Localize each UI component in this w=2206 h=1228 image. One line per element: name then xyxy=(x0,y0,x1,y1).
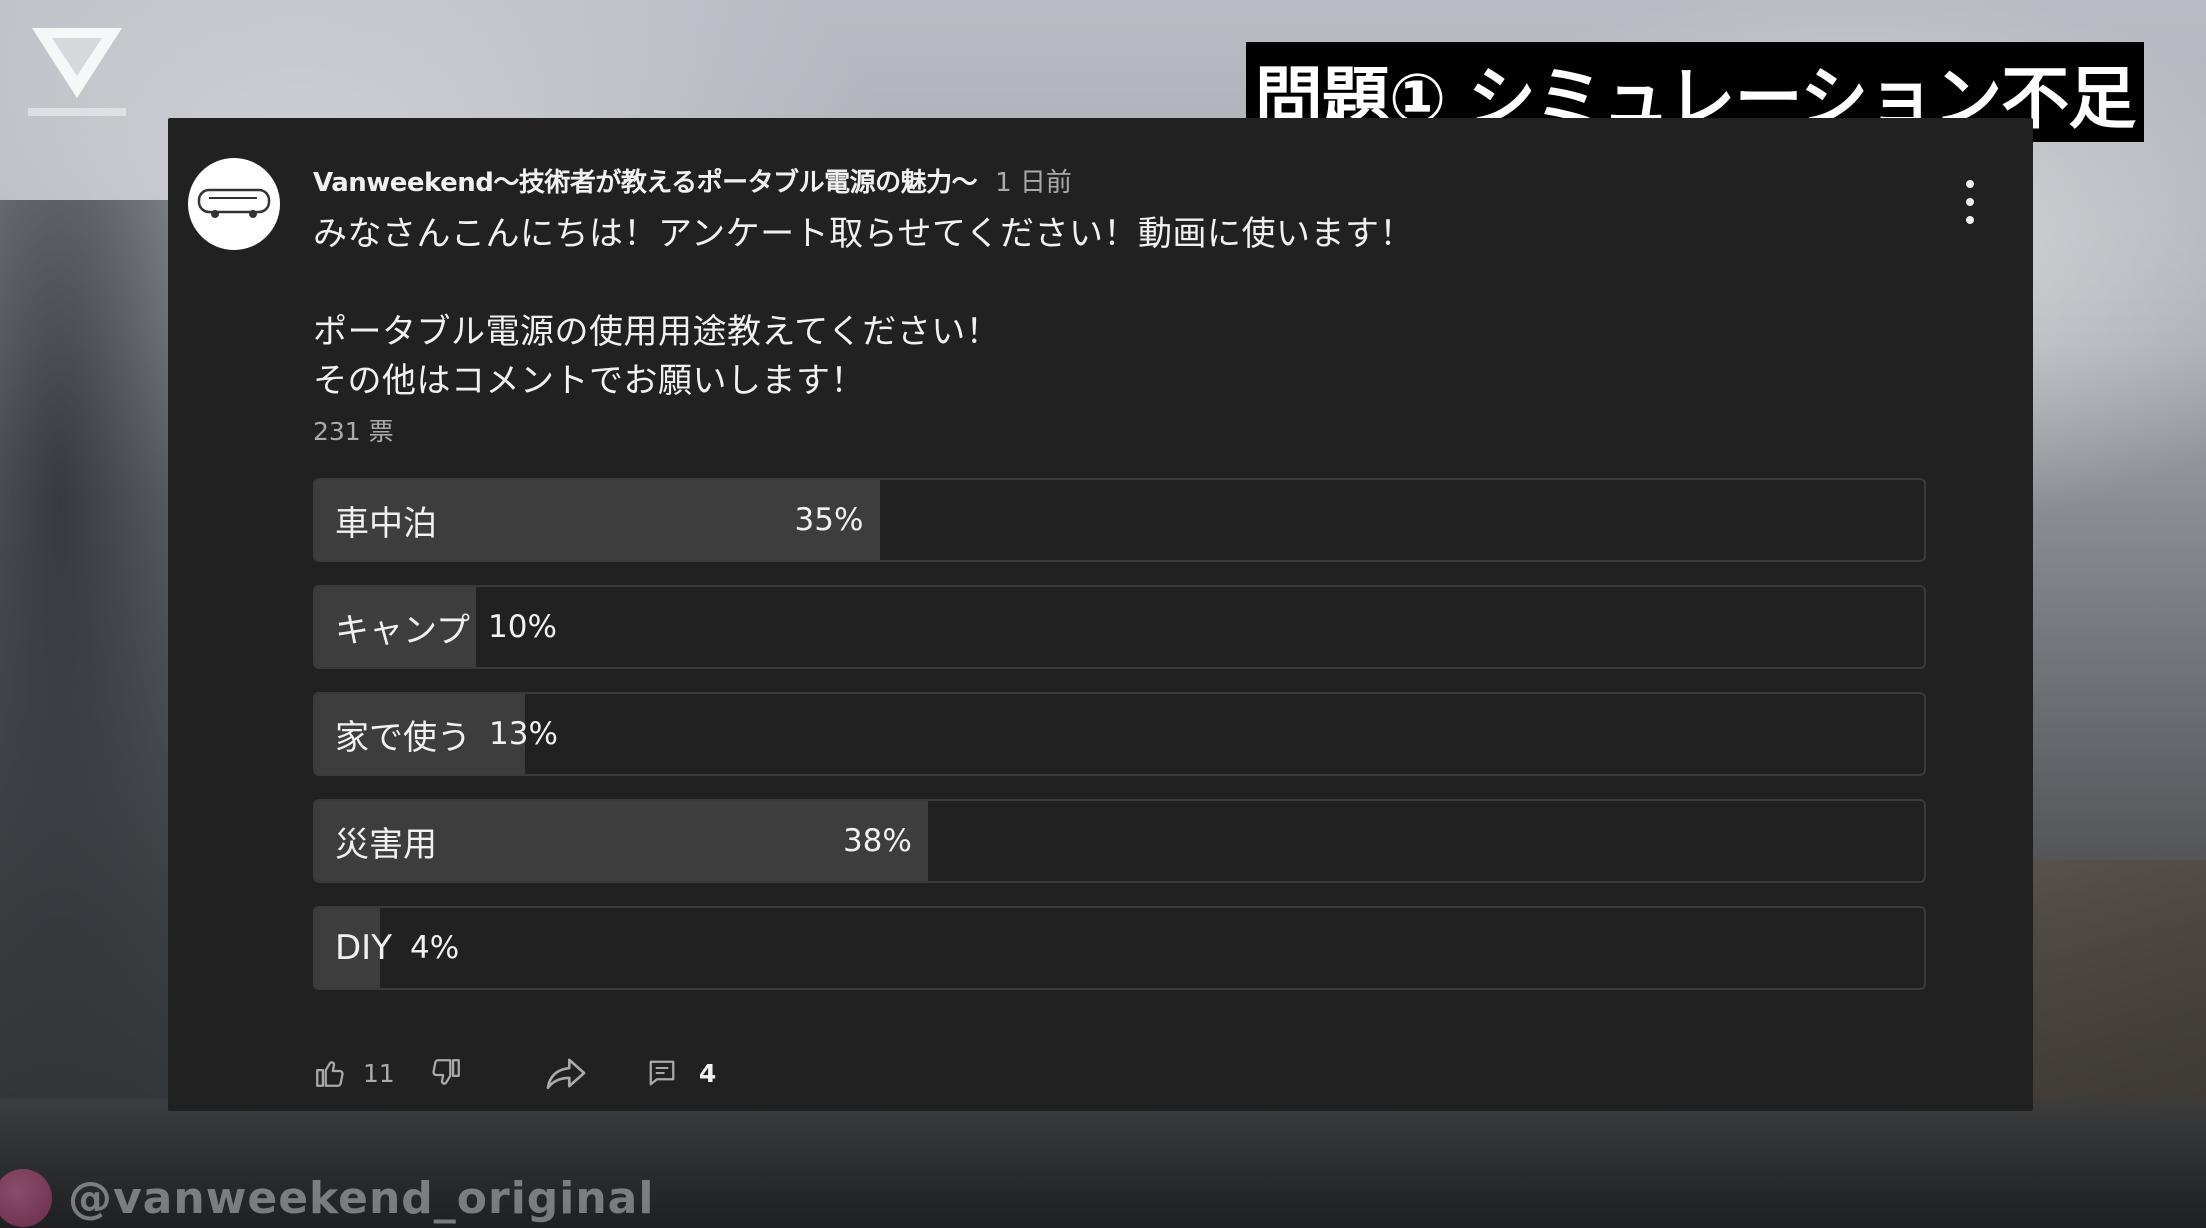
poll-option[interactable]: DIY 4% xyxy=(313,906,1926,990)
poll-options: 車中泊 35% キャンプ 10% 家で使う 13% 災害用 38% DIY 4% xyxy=(313,478,1926,1013)
poll-option-label: 家で使う xyxy=(335,717,471,758)
poll-option[interactable]: 車中泊 35% xyxy=(313,478,1926,562)
poll-option-label: 災害用 xyxy=(335,824,437,865)
comment-count: 4 xyxy=(698,1058,717,1088)
community-post-card: Vanweekend～技術者が教えるポータブル電源の魅力～ 1 日前 みなさんこ… xyxy=(168,118,2033,1111)
comment-icon xyxy=(649,1060,675,1086)
dislike-button[interactable] xyxy=(429,1056,463,1090)
post-text-line-3: その他はコメントでお願いします！ xyxy=(313,361,865,401)
poll-option-percent: 4% xyxy=(410,930,460,966)
social-handle-overlay: @vanweekend_original xyxy=(0,1169,655,1227)
share-button[interactable] xyxy=(543,1053,589,1093)
poll-option-percent: 38% xyxy=(842,823,912,859)
channel-name-link[interactable]: Vanweekend～技術者が教えるポータブル電源の魅力～ xyxy=(313,162,978,199)
instagram-icon xyxy=(0,1169,52,1227)
post-text-line-1: みなさんこんにちは！アンケート取らせてください！動画に使います！ xyxy=(313,214,1414,254)
thumb-up-icon xyxy=(316,1061,344,1087)
poll-option-percent: 13% xyxy=(489,716,558,752)
poll-option-percent: 35% xyxy=(794,502,864,538)
post-timestamp[interactable]: 1 日前 xyxy=(995,162,1072,199)
video-frame: 問題① シミュレーション不足 @vanweekend_original Vanw… xyxy=(0,0,2206,1228)
poll-vote-count: 231 票 xyxy=(313,417,394,446)
poll-option-label: 車中泊 xyxy=(335,503,437,544)
post-header: Vanweekend～技術者が教えるポータブル電源の魅力～ 1 日前 xyxy=(313,160,1072,200)
social-handle-text: @vanweekend_original xyxy=(68,1172,655,1224)
comment-button[interactable] xyxy=(647,1058,677,1088)
share-icon xyxy=(546,1058,586,1090)
like-count: 11 xyxy=(363,1058,395,1088)
more-vert-icon[interactable] xyxy=(1958,180,1982,224)
thumb-down-icon xyxy=(432,1059,460,1085)
poll-option-percent: 10% xyxy=(488,609,557,645)
like-button[interactable] xyxy=(313,1056,347,1090)
poll-option[interactable]: 家で使う 13% xyxy=(313,692,1926,776)
poll-option[interactable]: 災害用 38% xyxy=(313,799,1926,883)
poll-option-label: キャンプ xyxy=(335,610,470,651)
poll-option[interactable]: キャンプ 10% xyxy=(313,585,1926,669)
post-action-bar: 11 4 xyxy=(313,1048,716,1098)
channel-watermark-logo xyxy=(22,18,132,128)
channel-avatar[interactable] xyxy=(188,158,280,250)
post-text-line-2: ポータブル電源の使用用途教えてください！ xyxy=(313,312,1001,352)
background-building xyxy=(2026,860,2206,1120)
poll-option-label: DIY xyxy=(335,928,392,968)
channel-logo-icon xyxy=(197,188,271,218)
